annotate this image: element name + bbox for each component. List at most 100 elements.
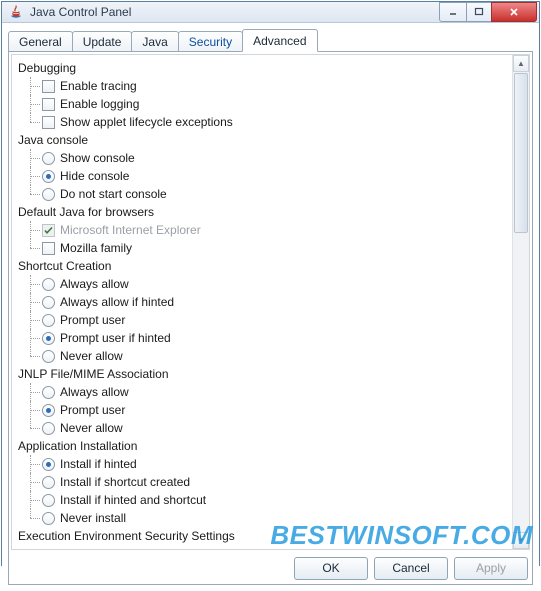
radio-button[interactable]	[42, 278, 55, 291]
option-item[interactable]: Install if hinted and shortcut	[28, 491, 529, 509]
radio-button[interactable]	[42, 476, 55, 489]
option-label: Do not start console	[60, 185, 167, 203]
radio-button[interactable]	[42, 332, 55, 345]
option-item[interactable]: Hide console	[28, 167, 529, 185]
option-item[interactable]: Do not start console	[28, 185, 529, 203]
option-item[interactable]: Enable tracing	[28, 77, 529, 95]
option-label: Always allow	[60, 383, 129, 401]
maximize-button[interactable]	[466, 2, 492, 22]
tree-connector	[28, 347, 42, 365]
cancel-button[interactable]: Cancel	[374, 557, 448, 580]
checkbox[interactable]	[42, 80, 55, 93]
scroll-down-button[interactable]: ▼	[513, 532, 529, 549]
radio-button[interactable]	[42, 296, 55, 309]
option-label: Enable logging	[60, 95, 139, 113]
vertical-scrollbar[interactable]: ▲ ▼	[512, 55, 529, 549]
option-item[interactable]: Install if hinted	[28, 455, 529, 473]
radio-button[interactable]	[42, 458, 55, 471]
group-jnlp: JNLP File/MIME Association	[18, 365, 529, 383]
option-label: Mozilla family	[60, 239, 132, 257]
radio-button[interactable]	[42, 152, 55, 165]
option-item[interactable]: Microsoft Internet Explorer	[28, 221, 529, 239]
checkbox[interactable]	[42, 242, 55, 255]
ok-button[interactable]: OK	[294, 557, 368, 580]
checkbox[interactable]	[42, 116, 55, 129]
radio-button[interactable]	[42, 350, 55, 363]
option-item[interactable]: Show applet lifecycle exceptions	[28, 113, 529, 131]
radio-button[interactable]	[42, 386, 55, 399]
option-item[interactable]: Show console	[28, 149, 529, 167]
option-item[interactable]: Prompt user	[28, 401, 529, 419]
option-item[interactable]: Never allow	[28, 419, 529, 437]
tree-connector	[28, 77, 42, 95]
tree-connector	[28, 185, 42, 203]
apply-button[interactable]: Apply	[454, 557, 528, 580]
tree-connector	[28, 149, 42, 167]
tree-connector	[28, 509, 42, 527]
option-label: Prompt user if hinted	[60, 329, 171, 347]
checkbox[interactable]	[42, 98, 55, 111]
window-frame: Java Control Panel General Update Java S…	[1, 1, 540, 566]
radio-button[interactable]	[42, 170, 55, 183]
tree-connector	[28, 221, 42, 239]
option-label: Install if hinted and shortcut	[60, 491, 206, 509]
tab-panel-advanced: DebuggingEnable tracingEnable loggingSho…	[8, 51, 533, 585]
option-item[interactable]: Prompt user	[28, 311, 529, 329]
option-label: Never allow	[60, 347, 123, 365]
window-buttons	[440, 2, 537, 22]
dialog-buttons: OK Cancel Apply	[11, 550, 530, 582]
tree-connector	[28, 491, 42, 509]
tree-connector	[28, 239, 42, 257]
option-label: Install if hinted	[60, 455, 137, 473]
radio-button[interactable]	[42, 188, 55, 201]
option-label: Always allow if hinted	[60, 293, 174, 311]
radio-button[interactable]	[42, 494, 55, 507]
titlebar[interactable]: Java Control Panel	[2, 2, 539, 23]
option-label: Prompt user	[60, 311, 125, 329]
option-label: Install if shortcut created	[60, 473, 190, 491]
tab-java[interactable]: Java	[131, 31, 178, 52]
minimize-button[interactable]	[439, 2, 467, 22]
option-item[interactable]: Mozilla family	[28, 239, 529, 257]
group-shortcut: Shortcut Creation	[18, 257, 529, 275]
tab-advanced[interactable]: Advanced	[242, 29, 317, 52]
group-debugging: Debugging	[18, 59, 529, 77]
option-label: Never allow	[60, 419, 123, 437]
tab-security[interactable]: Security	[178, 31, 243, 52]
option-item[interactable]: Never allow	[28, 347, 529, 365]
radio-button[interactable]	[42, 314, 55, 327]
option-item[interactable]: Always allow if hinted	[28, 293, 529, 311]
java-icon	[8, 4, 24, 20]
tree-connector	[28, 113, 42, 131]
tab-general[interactable]: General	[8, 31, 73, 52]
option-item[interactable]: Always allow	[28, 383, 529, 401]
option-item[interactable]: Never install	[28, 509, 529, 527]
tree-connector	[28, 275, 42, 293]
checkbox	[42, 224, 55, 237]
tree-connector	[28, 473, 42, 491]
group-default_java: Default Java for browsers	[18, 203, 529, 221]
option-item[interactable]: Enable logging	[28, 95, 529, 113]
group-java_console: Java console	[18, 131, 529, 149]
scroll-thumb[interactable]	[514, 73, 528, 233]
radio-button[interactable]	[42, 512, 55, 525]
tree-connector	[28, 419, 42, 437]
tab-update[interactable]: Update	[72, 31, 133, 52]
tab-strip: General Update Java Security Advanced	[8, 29, 533, 51]
option-label: Enable tracing	[60, 77, 137, 95]
close-button[interactable]	[491, 2, 537, 22]
group-app_install: Application Installation	[18, 437, 529, 455]
option-label: Show console	[60, 149, 135, 167]
tree-connector	[28, 455, 42, 473]
radio-button[interactable]	[42, 404, 55, 417]
tree-connector	[28, 401, 42, 419]
radio-button[interactable]	[42, 422, 55, 435]
option-item[interactable]: Always allow	[28, 275, 529, 293]
option-item[interactable]: Prompt user if hinted	[28, 329, 529, 347]
scroll-up-button[interactable]: ▲	[513, 55, 529, 72]
option-label: Prompt user	[60, 401, 125, 419]
option-label: Show applet lifecycle exceptions	[60, 113, 233, 131]
client-area: General Update Java Security Advanced De…	[2, 23, 539, 591]
group-exec_env: Execution Environment Security Settings	[18, 527, 529, 545]
option-item[interactable]: Install if shortcut created	[28, 473, 529, 491]
